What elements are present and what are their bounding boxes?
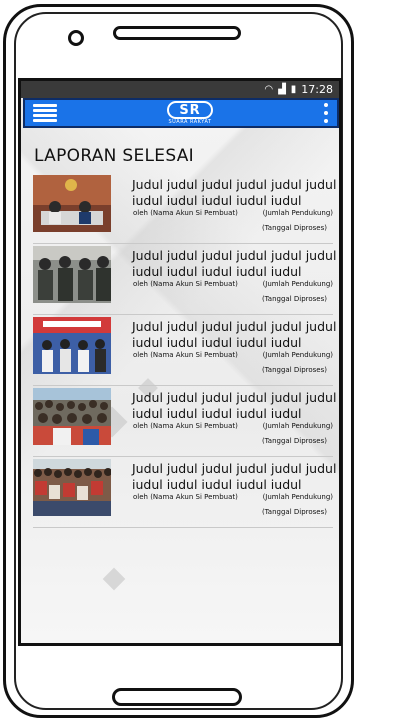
status-bar: ◠ ▟ ▮ 17:28 [21,81,339,98]
report-thumbnail [33,246,111,303]
report-supporters: (Jumlah Pendukung) [262,209,333,217]
report-title: Judul judul judul judul judul judul iudu… [132,319,337,350]
report-item[interactable]: Judul judul judul judul judul judul iudu… [33,244,336,315]
report-item[interactable]: Judul judul judul judul judul judul iudu… [33,457,336,528]
report-thumbnail [33,175,111,232]
report-date: (Tanggal Diproses) [261,224,327,232]
page-title: LAPORAN SELESAI [34,146,194,166]
speaker-grille [113,26,241,40]
home-button[interactable] [112,688,242,706]
logo-subtitle: SUARA RAKYAT [168,119,212,125]
phone-screen: ◠ ▟ ▮ 17:28 SR SUARA RAKYAT LAPORAN SELE… [18,78,342,646]
app-bar: SR SUARA RAKYAT [23,98,339,128]
wifi-icon: ◠ [264,84,274,95]
report-author: oleh (Nama Akun Si Pembuat) [133,422,238,430]
report-date: (Tanggal Diproses) [261,295,327,303]
report-list: Judul judul judul judul judul judul iudu… [33,173,336,528]
report-date: (Tanggal Diproses) [261,437,327,445]
report-supporters: (Jumlah Pendukung) [262,422,333,430]
report-title: Judul judul judul judul judul judul iudu… [132,177,337,208]
battery-icon: ▮ [290,84,297,95]
report-date: (Tanggal Diproses) [261,366,327,374]
report-date: (Tanggal Diproses) [261,508,327,516]
report-author: oleh (Nama Akun Si Pembuat) [133,493,238,501]
report-title: Judul judul judul judul judul judul iudu… [132,461,337,492]
report-thumbnail [33,317,111,374]
report-supporters: (Jumlah Pendukung) [262,280,333,288]
logo-mark: SR [167,101,213,119]
report-item[interactable]: Judul judul judul judul judul judul iudu… [33,315,336,386]
kebab-menu-icon[interactable] [323,103,329,123]
hamburger-icon[interactable] [33,104,57,122]
report-author: oleh (Nama Akun Si Pembuat) [133,280,238,288]
report-thumbnail [33,388,111,445]
report-title: Judul judul judul judul judul judul iudu… [132,248,337,279]
front-camera-icon [68,30,84,46]
report-author: oleh (Nama Akun Si Pembuat) [133,351,238,359]
report-thumbnail [33,459,111,516]
report-supporters: (Jumlah Pendukung) [262,351,333,359]
report-supporters: (Jumlah Pendukung) [262,493,333,501]
report-author: oleh (Nama Akun Si Pembuat) [133,209,238,217]
report-item[interactable]: Judul judul judul judul judul judul iudu… [33,173,336,244]
report-title: Judul judul judul judul judul judul iudu… [132,390,337,421]
app-logo: SR SUARA RAKYAT [167,101,213,125]
report-item[interactable]: Judul judul judul judul judul judul iudu… [33,386,336,457]
signal-icon: ▟ [278,84,286,95]
status-time: 17:28 [301,83,333,96]
